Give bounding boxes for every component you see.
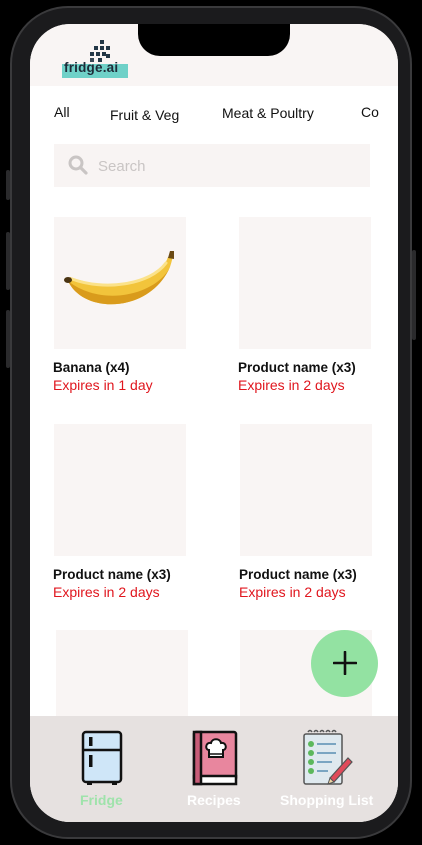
product-image [240, 424, 372, 556]
recipe-book-icon [192, 730, 238, 786]
product-expiry: Expires in 1 day [53, 377, 153, 393]
banana-image [64, 251, 174, 305]
phone-volume-down [6, 310, 10, 368]
product-name: Product name (x3) [238, 360, 356, 375]
phone-volume-up [6, 232, 10, 290]
nav-label: Fridge [80, 792, 123, 808]
product-image [54, 217, 186, 349]
search-icon [68, 155, 88, 175]
nav-item-shopping-list[interactable]: Shopping List [280, 716, 384, 822]
product-name: Product name (x3) [239, 567, 357, 582]
tab-all[interactable]: All [54, 104, 70, 120]
checklist-icon [303, 729, 353, 785]
app-logo[interactable]: fridge.ai [60, 38, 130, 82]
logo-text: fridge.ai [64, 60, 119, 75]
product-expiry: Expires in 2 days [239, 584, 346, 600]
product-card[interactable]: Product name (x3) Expires in 2 days [239, 424, 372, 600]
plus-icon [333, 651, 357, 675]
fridge-icon [81, 730, 123, 785]
nav-label: Shopping List [280, 792, 374, 808]
product-image [54, 424, 186, 556]
add-item-button[interactable] [311, 630, 378, 697]
nav-item-fridge[interactable]: Fridge [66, 716, 140, 822]
product-card[interactable]: Product name (x3) Expires in 2 days [53, 424, 186, 600]
product-expiry: Expires in 2 days [53, 584, 160, 600]
phone-power-button [412, 250, 416, 340]
nav-label: Recipes [187, 792, 241, 808]
bottom-navigation: Fridge Recipes Shopping List [30, 716, 398, 822]
nav-item-recipes[interactable]: Recipes [180, 716, 260, 822]
camera-notch [138, 24, 290, 56]
phone-side-button [6, 170, 10, 200]
app-screen: fridge.ai All Fruit & Veg Meat & Poultry… [30, 24, 398, 822]
search-bar [54, 144, 370, 189]
product-card[interactable]: Product name (x3) Expires in 2 days [238, 217, 371, 393]
product-name: Product name (x3) [53, 567, 171, 582]
product-image [239, 217, 371, 349]
tab-next-category[interactable]: Co [361, 104, 379, 120]
product-name: Banana (x4) [53, 360, 130, 375]
phone-frame: fridge.ai All Fruit & Veg Meat & Poultry… [0, 0, 422, 845]
search-input[interactable] [96, 144, 360, 189]
category-tabs: All Fruit & Veg Meat & Poultry Co [30, 104, 398, 128]
product-card[interactable]: Banana (x4) Expires in 1 day [53, 217, 186, 393]
tab-fruit-veg[interactable]: Fruit & Veg [110, 107, 179, 123]
tab-meat-poultry[interactable]: Meat & Poultry [222, 105, 314, 121]
product-expiry: Expires in 2 days [238, 377, 345, 393]
